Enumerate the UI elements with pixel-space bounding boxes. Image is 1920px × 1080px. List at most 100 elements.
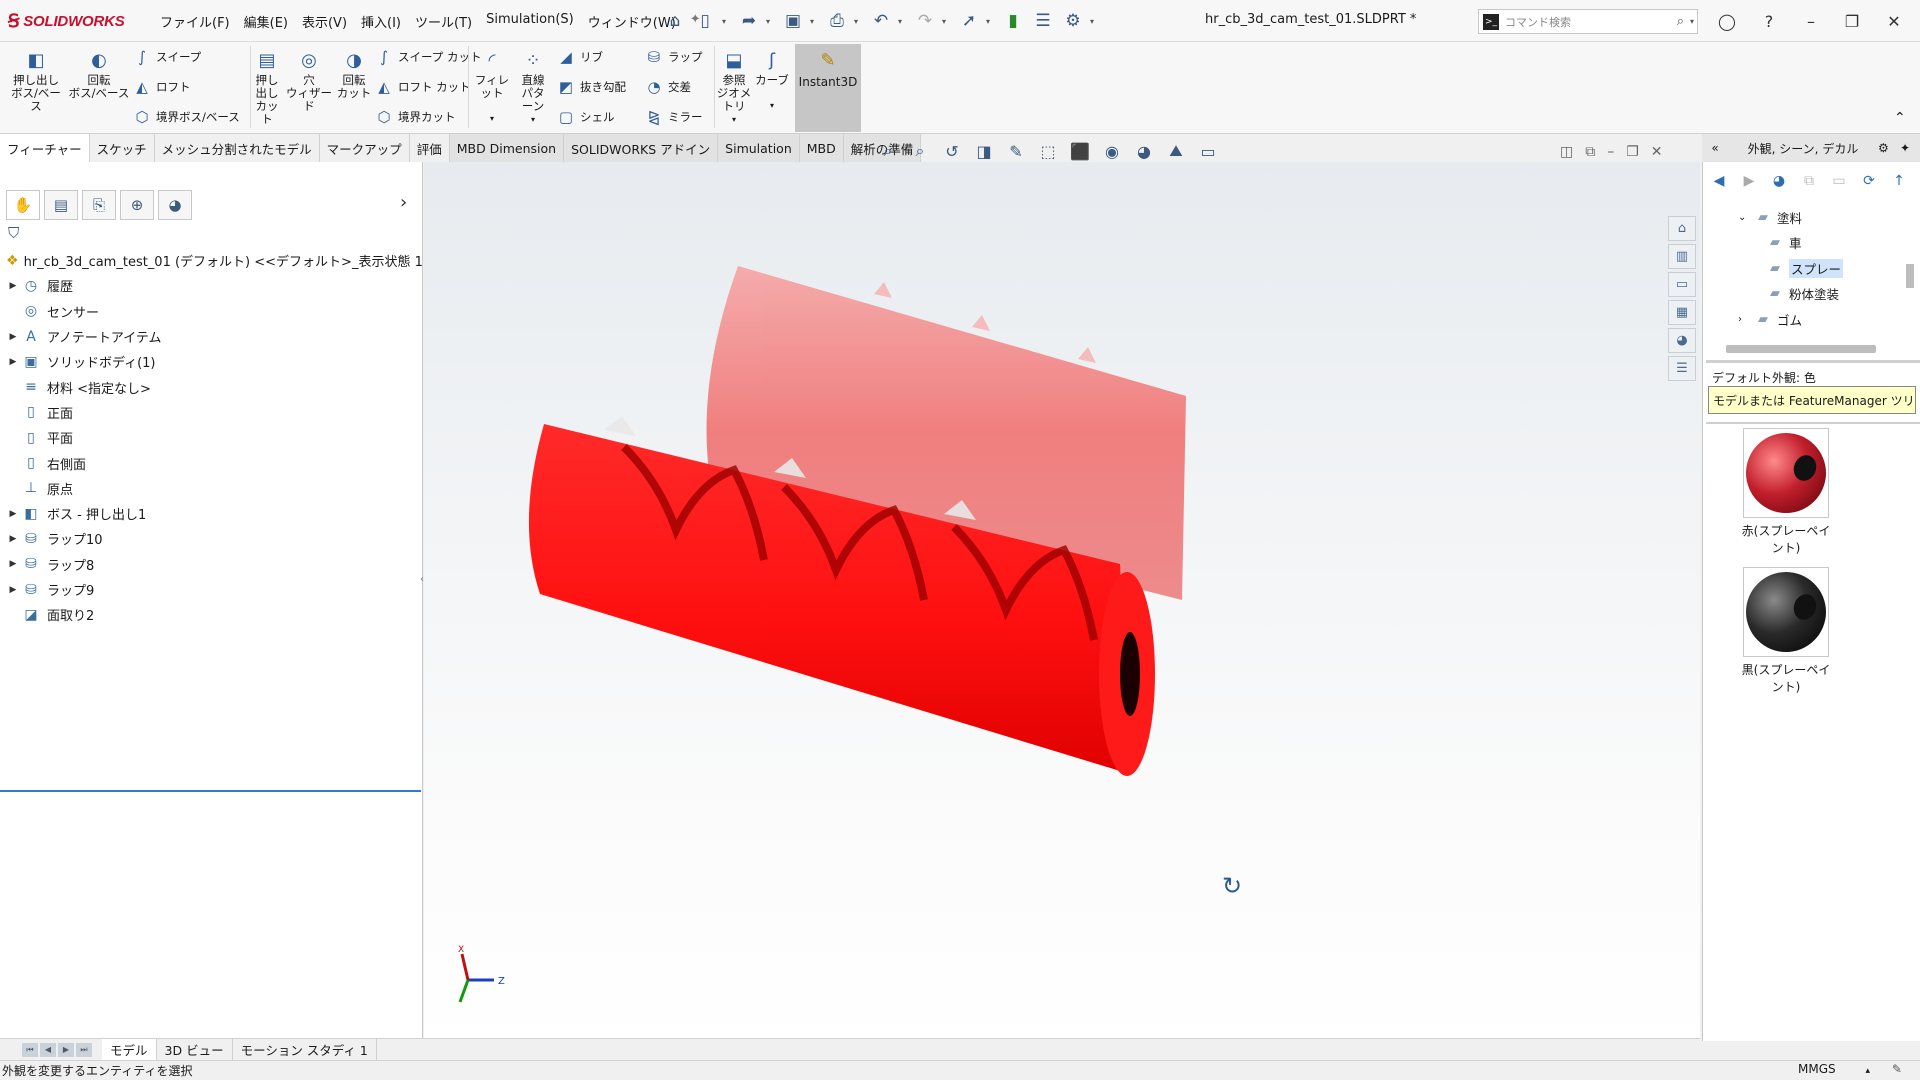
ref-geometry-dropdown-icon[interactable]: ▾	[732, 113, 736, 126]
edit-appearance-icon[interactable]: ◕	[1132, 139, 1156, 163]
view-settings-icon[interactable]: ▭	[1196, 139, 1220, 163]
revolve-boss-button[interactable]: ◐ 回転 ボス/ベース	[68, 48, 130, 100]
sweep-cut-button[interactable]: ∫ スイープ カット	[374, 46, 481, 68]
menu-file[interactable]: ファイル(F)	[160, 12, 230, 31]
extrude-boss-button[interactable]: ◧ 押し出し ボス/ベース	[6, 48, 66, 113]
search-icon[interactable]: ⌕	[1677, 14, 1684, 29]
design-library-icon[interactable]: ▥	[1668, 244, 1696, 269]
collapse-pane-icon[interactable]: «	[1702, 141, 1728, 155]
feature-tree-item[interactable]: ▶ ⛁ ラップ9	[0, 577, 423, 602]
feature-tree-item[interactable]: ▯ 右側面	[0, 450, 423, 475]
zoom-to-area-icon[interactable]: ⌕	[908, 139, 932, 163]
appearance-swatch-black[interactable]	[1743, 567, 1829, 657]
appearance-swatch-red[interactable]	[1743, 428, 1829, 518]
pane-splitter[interactable]	[1706, 422, 1920, 424]
feature-tree-item[interactable]: ▶ ◷ 履歴	[0, 273, 423, 298]
forward-icon[interactable]: ▶	[1738, 170, 1760, 192]
tab-mesh-model[interactable]: メッシュ分割されたモデル	[155, 134, 320, 162]
feature-tree-item[interactable]: ◎ センサー	[0, 299, 423, 324]
command-search-input[interactable]: >_ コマンド検索 ⌕ ▾	[1478, 9, 1698, 34]
file-explorer-icon[interactable]: ▭	[1668, 272, 1696, 297]
chevron-down-icon[interactable]: ⌄	[1738, 212, 1752, 223]
appearance-tree-item[interactable]: ▰ スプレー	[1764, 257, 1844, 279]
expand-arrow-icon[interactable]: ▶	[6, 534, 20, 544]
menu-view[interactable]: 表示(V)	[302, 12, 347, 31]
boundary-cut-button[interactable]: ⬡ 境界カット	[374, 106, 455, 128]
expand-arrow-icon[interactable]: ▶	[6, 509, 20, 519]
display-style-icon[interactable]: ⬛	[1068, 139, 1092, 163]
viewport-close-icon[interactable]: ✕	[1651, 144, 1663, 160]
horizontal-scrollbar[interactable]	[1726, 345, 1876, 353]
curves-dropdown-icon[interactable]: ▾	[770, 99, 774, 112]
expand-arrow-icon[interactable]: ▶	[6, 559, 20, 569]
units-selector[interactable]: MMGS ▴ ✎	[1798, 1062, 1902, 1076]
redo-dropdown-icon[interactable]: ▾	[942, 17, 952, 26]
display-manager-tab-icon[interactable]: ◕	[158, 190, 192, 220]
menu-edit[interactable]: 編集(E)	[244, 12, 288, 31]
chevron-right-icon[interactable]: ›	[1738, 314, 1752, 325]
appearance-tree-item[interactable]: ▰ 粉体塗装	[1764, 283, 1839, 305]
pattern-dropdown-icon[interactable]: ▾	[531, 113, 535, 126]
configuration-manager-tab-icon[interactable]: ⎘	[82, 190, 116, 220]
appearance-tree-item[interactable]: ⌄ ▰ 塗料	[1738, 206, 1802, 228]
add-folder-icon[interactable]: ▭	[1828, 170, 1850, 192]
status-icon[interactable]: ✎	[1892, 1062, 1902, 1076]
copy-icon[interactable]: ⧉	[1798, 170, 1820, 192]
viewport-restore-icon[interactable]: ❐	[1626, 144, 1639, 160]
collapse-ribbon-icon[interactable]: ⌃	[1894, 110, 1906, 126]
solidworks-logo[interactable]: Ꞩ SOLIDWORKS	[8, 10, 125, 32]
tile-view-icon[interactable]: ⧉	[1585, 144, 1595, 160]
solidworks-resources-icon[interactable]: ⌂	[1668, 216, 1696, 241]
options-dropdown-icon[interactable]: ▾	[1090, 17, 1100, 26]
curves-button[interactable]: ʃ カーブ ▾	[754, 48, 790, 112]
tab-3d-view[interactable]: 3D ビュー	[157, 1038, 233, 1061]
filter-icon[interactable]: ⛉	[8, 224, 19, 242]
feature-tree-item[interactable]: ▶ ◧ ボス - 押し出し1	[0, 501, 423, 526]
save-icon[interactable]: ▣	[780, 8, 806, 34]
section-view-icon[interactable]: ◨	[972, 139, 996, 163]
redo-icon[interactable]: ↷	[912, 8, 938, 34]
pane-pin-icon[interactable]: ✦	[1900, 141, 1920, 155]
mirror-button[interactable]: ⧎ ミラー	[644, 106, 703, 128]
hide-show-items-icon[interactable]: ◉	[1100, 139, 1124, 163]
vertical-scrollbar[interactable]	[1906, 264, 1914, 288]
help-icon[interactable]: ?	[1755, 8, 1783, 34]
tab-solidworks-addins[interactable]: SOLIDWORKS アドイン	[564, 134, 719, 162]
feature-tree-item[interactable]: ◪ 面取り2	[0, 602, 423, 627]
graphics-area[interactable]	[424, 162, 1700, 1041]
new-dropdown-icon[interactable]: ▾	[722, 17, 732, 26]
pane-options-icon[interactable]: ⚙	[1878, 141, 1900, 155]
feature-tree-item[interactable]: ❖ hr_cb_3d_cam_test_01 (デフォルト) <<デフォルト>_表…	[0, 248, 434, 273]
feature-tree-item[interactable]: ▶ ▣ ソリッドボディ(1)	[0, 349, 423, 374]
close-icon[interactable]: ✕	[1880, 8, 1908, 34]
intersect-button[interactable]: ◔ 交差	[644, 76, 691, 98]
select-icon[interactable]: ➚	[956, 8, 982, 34]
print-icon[interactable]: ⎙	[824, 8, 850, 34]
revolve-cut-button[interactable]: ◑ 回転 カット	[336, 48, 372, 100]
back-icon[interactable]: ◀	[1708, 170, 1730, 192]
hole-wizard-button[interactable]: ◎ 穴 ウィザード	[284, 48, 334, 113]
appearance-tree-item[interactable]: › ▰ ゴム	[1738, 308, 1802, 330]
open-dropdown-icon[interactable]: ▾	[766, 17, 776, 26]
tab-mbd[interactable]: MBD	[799, 134, 844, 162]
property-manager-tab-icon[interactable]: ▤	[44, 190, 78, 220]
sweep-button[interactable]: ∫ スイープ	[132, 46, 201, 68]
undo-icon[interactable]: ↶	[868, 8, 894, 34]
menu-simulation[interactable]: Simulation(S)	[486, 12, 574, 31]
expand-arrow-icon[interactable]: ▶	[6, 585, 20, 595]
feature-tree-item[interactable]: ▶ ⛁ ラップ8	[0, 552, 423, 577]
reference-geometry-button[interactable]: ⬓ 参照 ジオメトリ ▾	[716, 48, 752, 126]
dynamic-annotation-icon[interactable]: ✎	[1004, 139, 1028, 163]
expand-arrow-icon[interactable]: ▶	[6, 357, 20, 367]
tab-features[interactable]: フィーチャー	[0, 134, 90, 162]
zoom-to-fit-icon[interactable]: ⌕	[876, 139, 900, 163]
tab-motion-study[interactable]: モーション スタディ 1	[233, 1038, 377, 1061]
loft-button[interactable]: ◭ ロフト	[132, 76, 190, 98]
save-dropdown-icon[interactable]: ▾	[810, 17, 820, 26]
draft-button[interactable]: ◩ 抜き勾配	[556, 76, 626, 98]
last-tab-icon[interactable]: ⏭	[76, 1042, 92, 1057]
extrude-cut-button[interactable]: ▤ 押し 出し カット	[252, 48, 282, 126]
open-icon[interactable]: ➦	[736, 8, 762, 34]
restore-icon[interactable]: ❐	[1838, 8, 1866, 34]
split-view-icon[interactable]: ◫	[1560, 144, 1573, 160]
